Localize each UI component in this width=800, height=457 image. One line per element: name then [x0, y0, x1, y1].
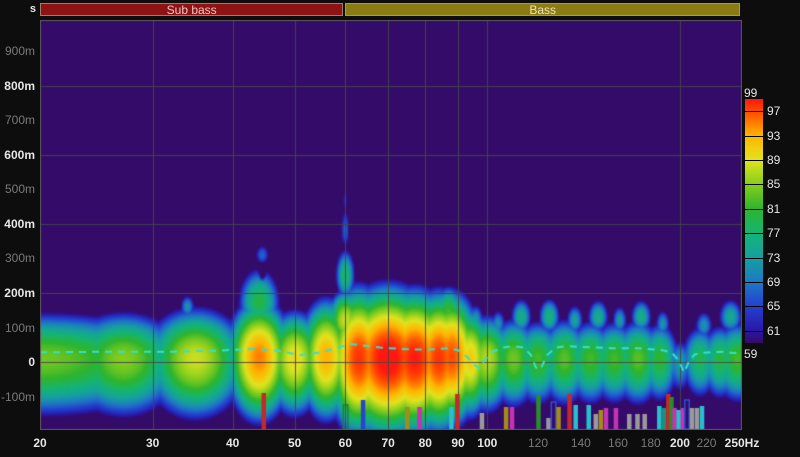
frequency-band-subbass: Sub bass	[40, 3, 343, 16]
legend-scale-label: 85	[767, 178, 793, 190]
y-axis-tick: 500m	[0, 183, 35, 195]
legend-scale-label: 77	[767, 227, 793, 239]
y-axis-tick: 100m	[0, 322, 35, 334]
legend-step-line	[745, 184, 763, 185]
time-unit-label: s	[0, 3, 36, 15]
x-axis-tick: 30	[121, 436, 185, 450]
legend-scale-label: 69	[767, 276, 793, 288]
legend-min-label: 59	[744, 347, 770, 361]
x-axis-tick: 250Hz	[710, 436, 774, 450]
spectrogram-window: s Sub bass Bass 203040506070809010012014…	[0, 0, 800, 457]
legend-scale-label: 81	[767, 203, 793, 215]
y-axis-tick: 400m	[0, 218, 35, 230]
legend-step-line	[745, 209, 763, 210]
legend-scale-label: 73	[767, 252, 793, 264]
legend-scale-label: 61	[767, 325, 793, 337]
y-axis-tick: 200m	[0, 287, 35, 299]
color-scale-legend	[745, 99, 763, 343]
y-axis-tick: 0	[0, 356, 35, 368]
x-axis-tick: 40	[201, 436, 265, 450]
frequency-band-bass: Bass	[345, 3, 740, 16]
legend-step-line	[745, 233, 763, 234]
spectrogram-canvas[interactable]	[40, 20, 742, 430]
legend-scale-label: 89	[767, 154, 793, 166]
legend-scale-label: 93	[767, 130, 793, 142]
legend-step-line	[745, 306, 763, 307]
y-axis-tick: 800m	[0, 80, 35, 92]
y-axis-tick: 900m	[0, 45, 35, 57]
legend-max-label: 99	[744, 86, 770, 100]
x-axis-tick: 20	[8, 436, 72, 450]
legend-step-line	[745, 160, 763, 161]
legend-step-line	[745, 331, 763, 332]
y-axis-tick: 600m	[0, 149, 35, 161]
legend-scale-label: 97	[767, 105, 793, 117]
legend-step-line	[745, 111, 763, 112]
y-axis-tick: 300m	[0, 252, 35, 264]
legend-scale-label: 65	[767, 300, 793, 312]
legend-step-line	[745, 258, 763, 259]
y-axis-tick: 700m	[0, 114, 35, 126]
legend-step-line	[745, 136, 763, 137]
legend-step-line	[745, 282, 763, 283]
y-axis-tick: -100m	[0, 391, 35, 403]
